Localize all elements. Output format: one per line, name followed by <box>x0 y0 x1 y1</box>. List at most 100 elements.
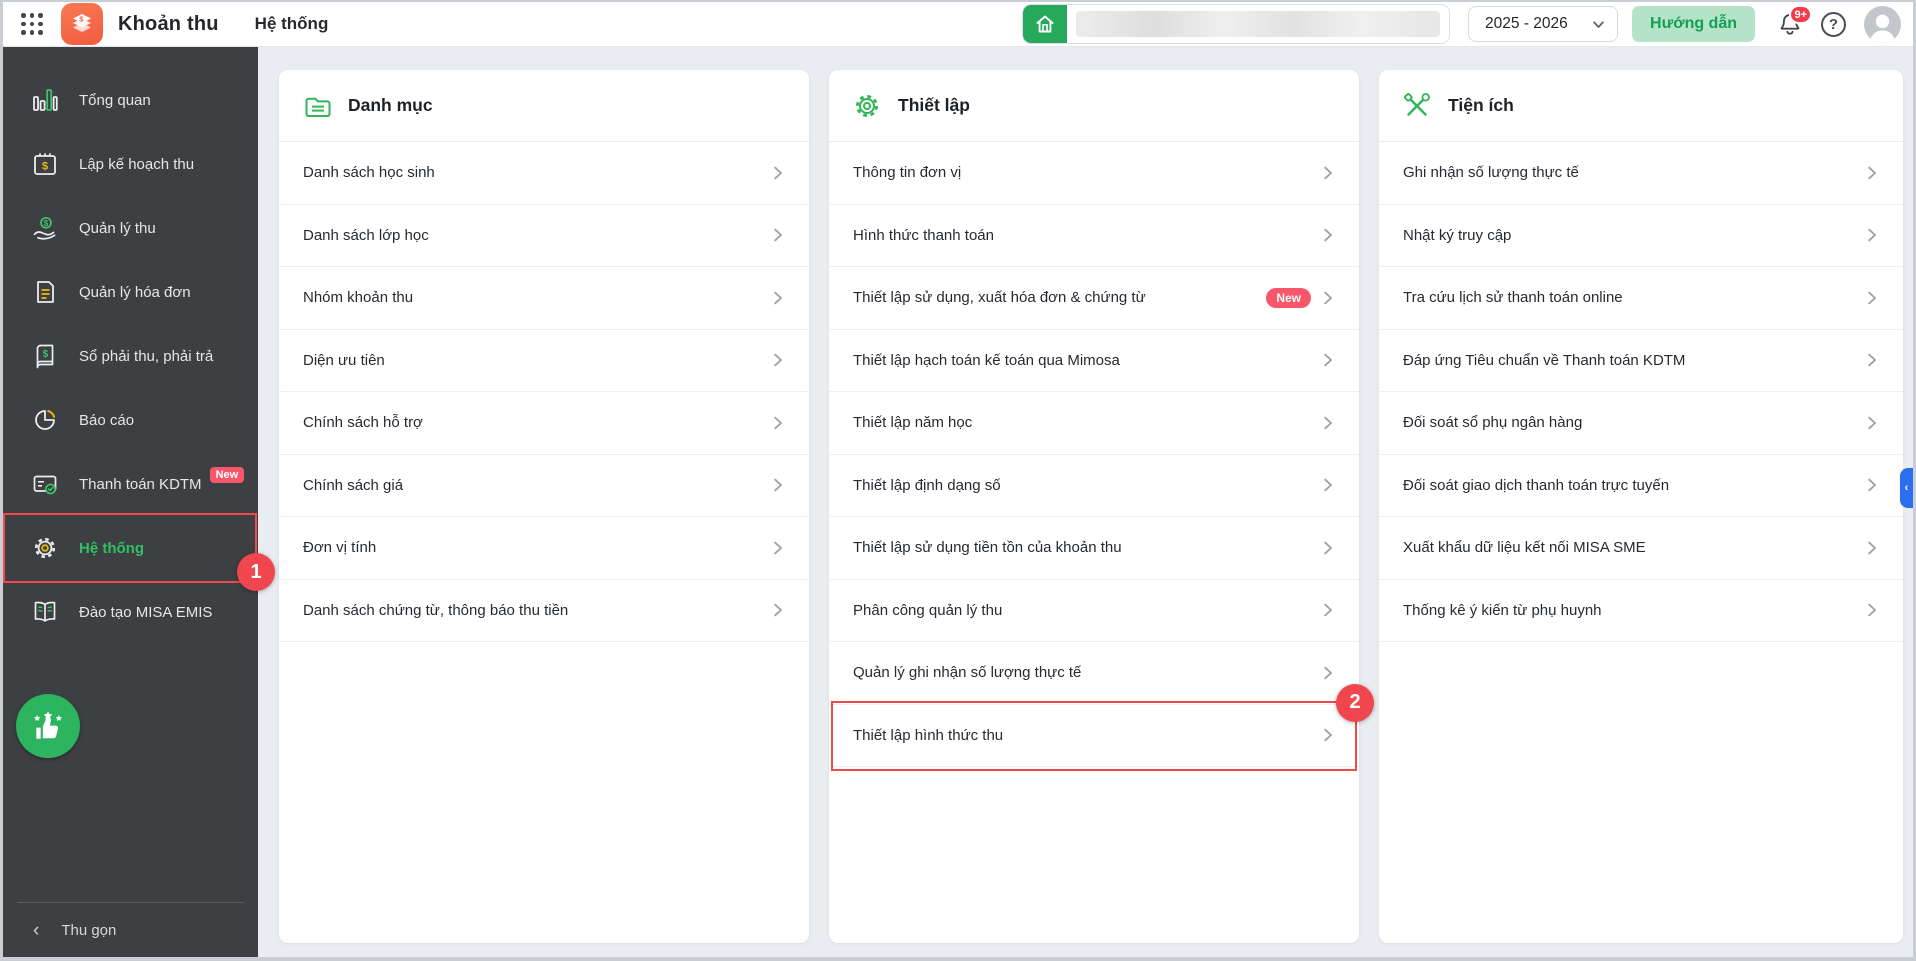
menu-row[interactable]: Chính sách giá <box>279 455 809 517</box>
sidebar-item[interactable]: $ Lập kế hoạch thu <box>3 132 258 196</box>
menu-row-label: Thiết lập hình thức thu <box>853 726 1004 744</box>
menu-row-label: Chính sách hỗ trợ <box>303 414 423 432</box>
sidebar-item[interactable]: $ Sổ phải thu, phải trả <box>3 324 258 388</box>
app-launcher-grid-icon[interactable] <box>19 11 45 37</box>
menu-row[interactable]: Danh sách chứng từ, thông báo thu tiền <box>279 580 809 642</box>
chevron-right-icon <box>1321 166 1335 180</box>
menu-row-label: Nhóm khoản thu <box>303 289 414 307</box>
menu-row-label: Nhật ký truy cập <box>1403 226 1512 244</box>
chevron-right-icon <box>1865 541 1879 555</box>
help-icon[interactable]: ? <box>1821 11 1846 37</box>
chevron-right-icon <box>1321 353 1335 367</box>
menu-row[interactable]: Ghi nhận số lượng thực tế <box>1379 142 1903 205</box>
chevron-right-icon <box>771 353 785 367</box>
menu-row-label: Thống kê ý kiến từ phụ huynh <box>1403 601 1602 619</box>
notifications-bell-button[interactable]: 9+ <box>1775 5 1812 39</box>
menu-row[interactable]: Diện ưu tiên <box>279 330 809 392</box>
menu-row-label: Danh sách học sinh <box>303 164 435 182</box>
menu-row[interactable]: Danh sách học sinh <box>279 142 809 205</box>
sidebar-item[interactable]: Đào tạo MISA EMIS <box>3 580 258 644</box>
chevron-right-icon <box>1865 416 1879 430</box>
home-button[interactable] <box>1023 5 1068 43</box>
menu-row[interactable]: Thiết lập định dạng số <box>829 455 1359 517</box>
school-year-select[interactable]: 2025 - 2026 <box>1468 6 1619 42</box>
menu-row[interactable]: Quản lý ghi nhận số lượng thực tế <box>829 642 1359 705</box>
card-title: Danh mục <box>348 95 433 115</box>
menu-row[interactable]: Danh sách lớp học <box>279 205 809 267</box>
card-tien-ich: Tiện ích Ghi nhận số lượng thực tế Nhật k… <box>1379 70 1903 943</box>
tools-icon <box>1403 92 1431 120</box>
feedback-button[interactable] <box>16 694 80 758</box>
sidebar-item[interactable]: Thanh toán KDTM New <box>3 452 258 516</box>
app-header: $ Khoản thu Hệ thống 2025 - 2026 Hướng d… <box>3 2 1913 47</box>
chevron-right-icon <box>771 228 785 242</box>
menu-row[interactable]: Xuất khẩu dữ liệu kết nối MISA SME <box>1379 517 1903 580</box>
sidebar-item[interactable]: $ Quản lý thu <box>3 196 258 260</box>
card-check-icon <box>32 471 58 497</box>
menu-row-label: Chính sách giá <box>303 476 404 494</box>
chevron-left-icon: ‹ <box>33 919 40 941</box>
menu-row-label: Hình thức thanh toán <box>853 226 994 244</box>
expand-panel-tab[interactable]: ‹ <box>1900 468 1913 508</box>
menu-row[interactable]: Tra cứu lịch sử thanh toán online <box>1379 267 1903 330</box>
menu-row-label: Ghi nhận số lượng thực tế <box>1403 164 1579 182</box>
menu-row-label: Thiết lập hạch toán kế toán qua Mimosa <box>853 351 1120 369</box>
invoice-icon <box>32 279 58 305</box>
menu-row[interactable]: Đơn vị tính <box>279 517 809 580</box>
folder-icon <box>303 92 331 120</box>
sidebar-item[interactable]: Hệ thống 1 <box>3 513 275 591</box>
card-title: Thiết lập <box>898 95 970 115</box>
menu-row-label: Thiết lập định dạng số <box>853 476 1001 494</box>
chevron-right-icon <box>1321 228 1335 242</box>
menu-row-label: Đáp ứng Tiêu chuẩn về Thanh toán KDTM <box>1403 351 1686 369</box>
menu-row[interactable]: Thiết lập hình thức thu 2 <box>829 683 1374 771</box>
menu-row[interactable]: Thiết lập sử dụng, xuất hóa đơn & chứng … <box>829 267 1359 330</box>
card-danh-muc: Danh mục Danh sách học sinh Danh sách lớp… <box>279 70 809 943</box>
menu-row[interactable]: Đối soát sổ phụ ngân hàng <box>1379 392 1903 455</box>
guide-button[interactable]: Hướng dẫn <box>1632 6 1755 42</box>
organization-selector[interactable] <box>1022 4 1451 44</box>
menu-row[interactable]: Nhật ký truy cập <box>1379 205 1903 267</box>
sidebar-item-label: Tổng quan <box>79 91 151 109</box>
sidebar-item[interactable]: Tổng quan <box>3 68 258 132</box>
chevron-right-icon <box>1865 478 1879 492</box>
menu-row[interactable]: Nhóm khoản thu <box>279 267 809 330</box>
chevron-right-icon <box>1321 603 1335 617</box>
card-thiet-lap: Thiết lập Thông tin đơn vị Hình thức than… <box>829 70 1374 943</box>
sidebar: Tổng quan $ Lập kế hoạch thu $ Quản lý thu Qu… <box>3 47 275 957</box>
chevron-right-icon <box>1865 353 1879 367</box>
menu-row[interactable]: Chính sách hỗ trợ <box>279 392 809 455</box>
card-title: Tiện ích <box>1448 95 1514 115</box>
bar-chart-icon <box>32 87 58 113</box>
menu-row-label: Thông tin đơn vị <box>853 164 962 182</box>
menu-row[interactable]: Thiết lập năm học <box>829 392 1359 455</box>
menu-row[interactable]: Thông tin đơn vị <box>829 142 1359 205</box>
menu-row-label: Diện ưu tiên <box>303 351 385 369</box>
new-badge: New <box>209 467 245 483</box>
menu-row-label: Xuất khẩu dữ liệu kết nối MISA SME <box>1403 539 1646 557</box>
organization-name-redacted <box>1076 11 1441 37</box>
collapse-sidebar-button[interactable]: ‹ Thu gọn <box>3 903 258 957</box>
menu-row[interactable]: Đáp ứng Tiêu chuẩn về Thanh toán KDTM <box>1379 330 1903 392</box>
calendar-dollar-icon: $ <box>32 151 58 177</box>
chevron-right-icon <box>771 291 785 305</box>
sidebar-item[interactable]: Quản lý hóa đơn <box>3 260 258 324</box>
menu-row[interactable]: Phân công quản lý thu <box>829 580 1359 642</box>
menu-row[interactable]: Đối soát giao dịch thanh toán trực tuyến <box>1379 455 1903 517</box>
menu-row[interactable]: Thống kê ý kiến từ phụ huynh <box>1379 580 1903 642</box>
pie-chart-icon <box>32 407 58 433</box>
new-badge: New <box>1266 287 1311 308</box>
menu-row-label: Thiết lập sử dụng, xuất hóa đơn & chứng … <box>853 289 1146 307</box>
user-avatar[interactable] <box>1864 5 1901 43</box>
chevron-right-icon <box>771 166 785 180</box>
sidebar-item-label: Quản lý hóa đơn <box>79 283 191 301</box>
sidebar-item-label: Sổ phải thu, phải trả <box>79 347 214 365</box>
menu-row-label: Đối soát giao dịch thanh toán trực tuyến <box>1403 476 1670 494</box>
notification-count-badge: 9+ <box>1789 5 1812 24</box>
menu-row[interactable]: Thiết lập hạch toán kế toán qua Mimosa <box>829 330 1359 392</box>
menu-row-label: Danh sách lớp học <box>303 226 429 244</box>
sidebar-item-label: Thanh toán KDTM <box>79 475 202 493</box>
sidebar-item[interactable]: Báo cáo <box>3 388 258 452</box>
menu-row[interactable]: Thiết lập sử dụng tiền tồn của khoản thu <box>829 517 1359 580</box>
menu-row[interactable]: Hình thức thanh toán <box>829 205 1359 267</box>
